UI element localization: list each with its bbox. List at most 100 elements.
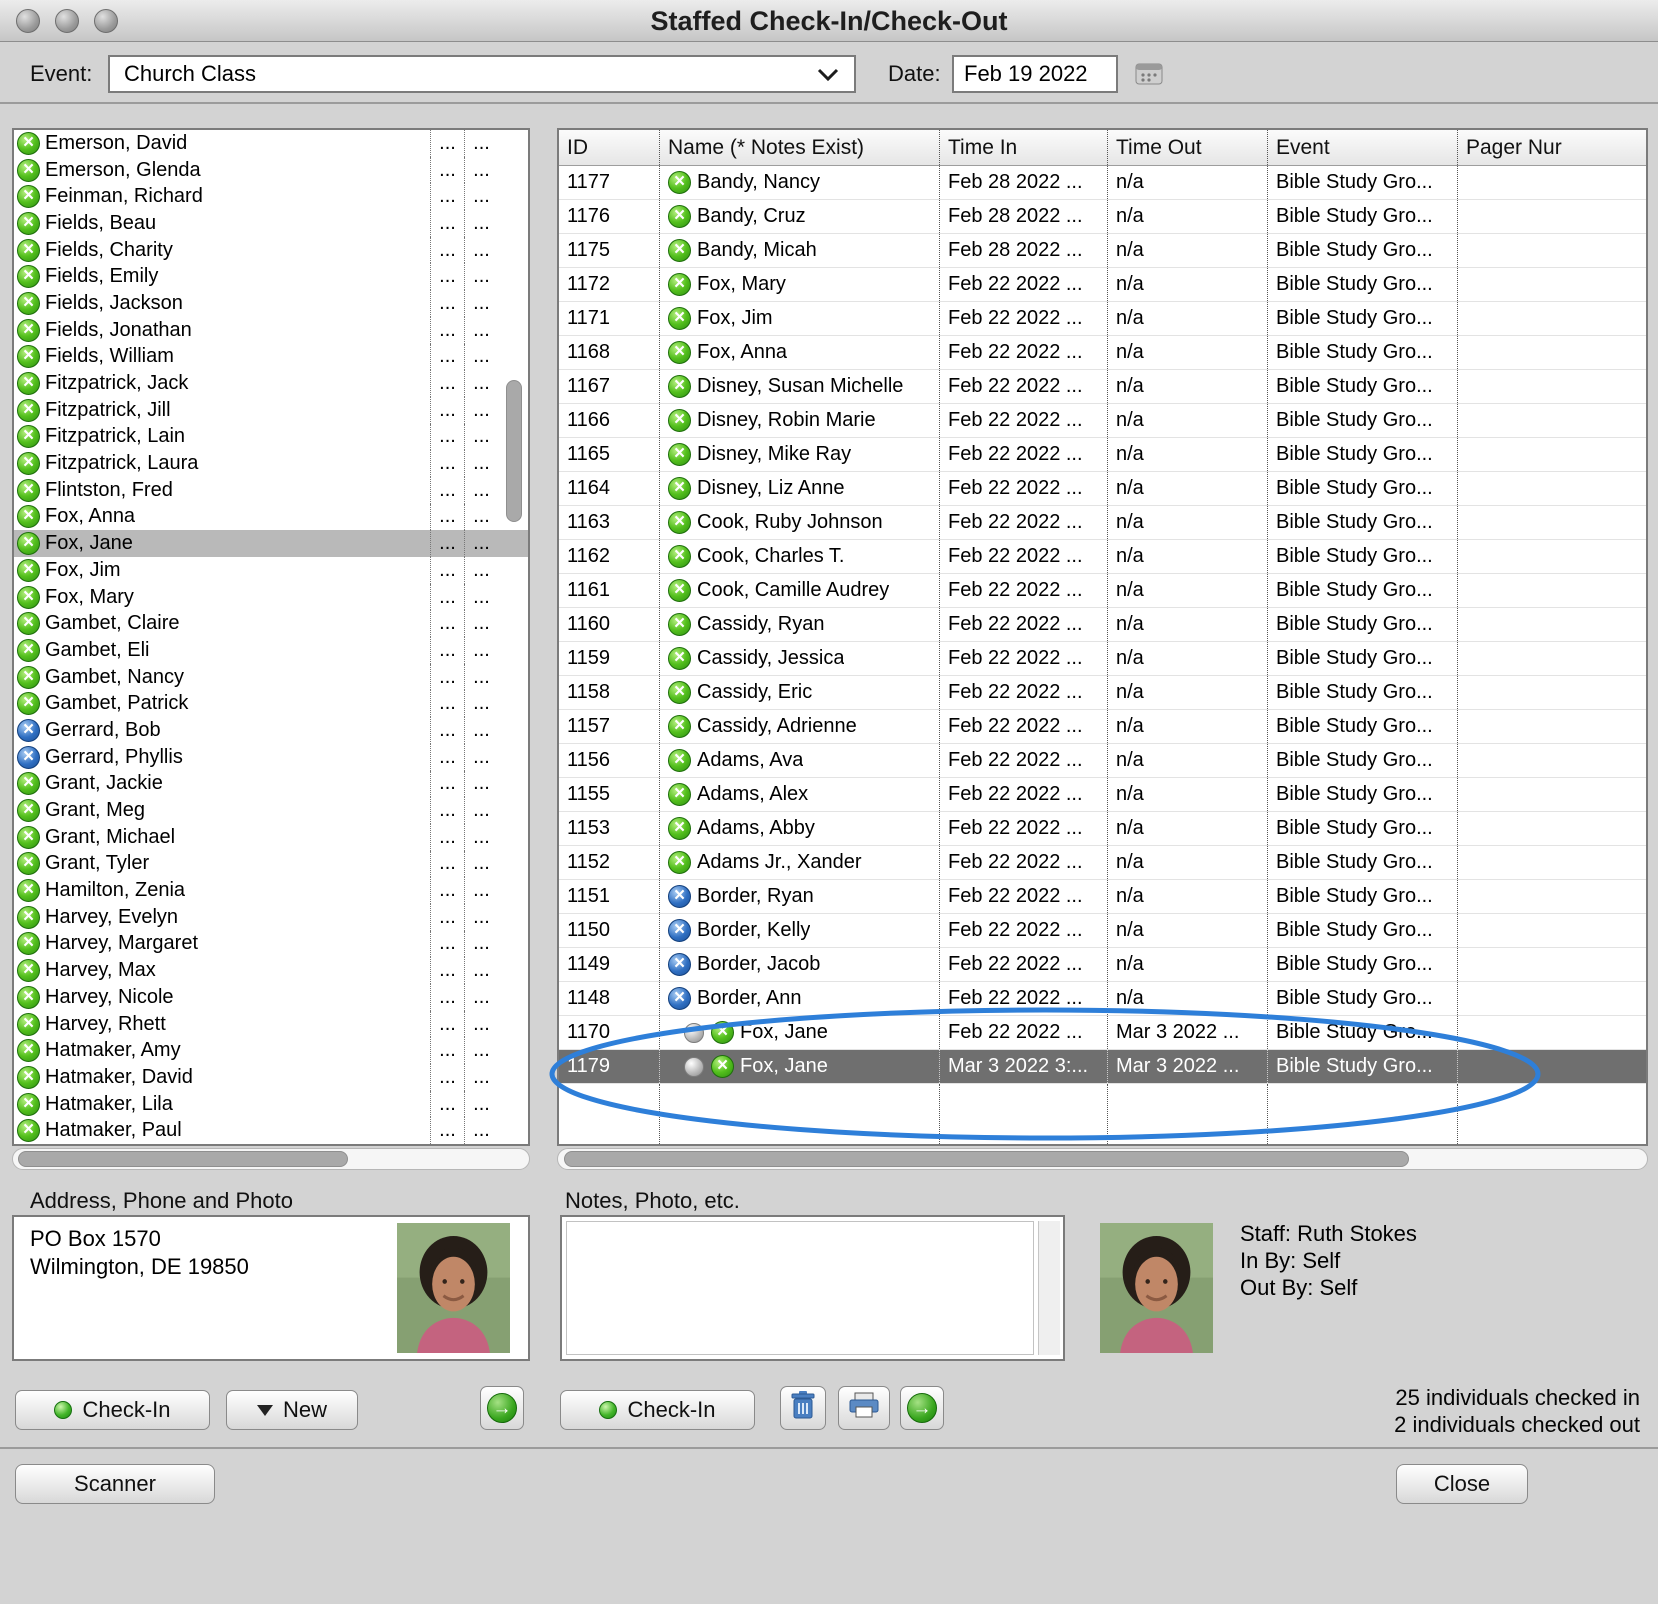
roster-row[interactable]: Fields, Jonathan ... ... [14,317,528,344]
roster-row[interactable]: Grant, Jackie ... ... [14,771,528,798]
event-select[interactable]: Church Class [108,55,856,93]
roster-row[interactable]: Hatmaker, Amy ... ... [14,1037,528,1064]
detail-button-2[interactable]: ... [464,637,498,664]
detail-button[interactable]: ... [430,237,464,264]
go-arrow-button-left[interactable] [480,1386,524,1430]
detail-button-2[interactable]: ... [464,1037,498,1064]
detail-button[interactable]: ... [430,157,464,184]
detail-button[interactable]: ... [430,904,464,931]
checkin-row[interactable]: 1161 Cook, Camille Audrey Feb 22 2022 ..… [559,574,1646,608]
go-arrow-button-right[interactable] [900,1386,944,1430]
roster-row[interactable]: Fitzpatrick, Jack ... ... [14,370,528,397]
column-header-pager[interactable]: Pager Nur [1457,130,1646,165]
detail-button[interactable]: ... [430,664,464,691]
roster-row[interactable]: Harvey, Rhett ... ... [14,1011,528,1038]
detail-button-2[interactable]: ... [464,877,498,904]
roster-row[interactable]: Fields, William ... ... [14,344,528,371]
detail-button[interactable]: ... [430,744,464,771]
detail-button-2[interactable]: ... [464,1091,498,1118]
detail-button-2[interactable]: ... [464,557,498,584]
checkin-row[interactable]: 1149 Border, Jacob Feb 22 2022 ... n/a B… [559,948,1646,982]
checkin-row[interactable]: 1153 Adams, Abby Feb 22 2022 ... n/a Bib… [559,812,1646,846]
roster-row[interactable]: Fitzpatrick, Laura ... ... [14,450,528,477]
roster-row[interactable]: Harvey, Evelyn ... ... [14,904,528,931]
detail-button[interactable]: ... [430,957,464,984]
detail-button[interactable]: ... [430,504,464,531]
date-input[interactable] [952,55,1118,93]
roster-row[interactable]: Harvey, Nicole ... ... [14,984,528,1011]
detail-button[interactable]: ... [430,1091,464,1118]
roster-horizontal-scrollbar[interactable] [12,1148,530,1170]
checkin-row[interactable]: 1164 Disney, Liz Anne Feb 22 2022 ... n/… [559,472,1646,506]
detail-button-2[interactable]: ... [464,130,498,157]
roster-row[interactable]: Harvey, Max ... ... [14,957,528,984]
detail-button[interactable]: ... [430,1037,464,1064]
detail-button-2[interactable]: ... [464,824,498,851]
detail-button-2[interactable]: ... [464,290,498,317]
detail-button[interactable]: ... [430,424,464,451]
detail-button-2[interactable]: ... [464,690,498,717]
detail-button-2[interactable]: ... [464,183,498,210]
detail-button[interactable]: ... [430,210,464,237]
new-button[interactable]: New [226,1390,358,1430]
roster-row[interactable]: Hatmaker, David ... ... [14,1064,528,1091]
detail-button-2[interactable]: ... [464,957,498,984]
detail-button-2[interactable]: ... [464,610,498,637]
detail-button[interactable]: ... [430,530,464,557]
print-button[interactable] [838,1386,890,1430]
checkin-row[interactable]: 1176 Bandy, Cruz Feb 28 2022 ... n/a Bib… [559,200,1646,234]
checkin-row[interactable]: 1159 Cassidy, Jessica Feb 22 2022 ... n/… [559,642,1646,676]
roster-row[interactable]: Gerrard, Phyllis ... ... [14,744,528,771]
checkin-row[interactable]: 1148 Border, Ann Feb 22 2022 ... n/a Bib… [559,982,1646,1016]
roster-row[interactable]: Gambet, Nancy ... ... [14,664,528,691]
roster-row[interactable]: Gerrard, Bob ... ... [14,717,528,744]
checkin-row[interactable]: 1160 Cassidy, Ryan Feb 22 2022 ... n/a B… [559,608,1646,642]
notes-input[interactable] [566,1221,1034,1355]
checkin-button-right[interactable]: Check-In [560,1390,755,1430]
detail-button-2[interactable]: ... [464,450,498,477]
detail-button-2[interactable]: ... [464,984,498,1011]
checkin-row[interactable]: 1167 Disney, Susan Michelle Feb 22 2022 … [559,370,1646,404]
checkin-row[interactable]: 1156 Adams, Ava Feb 22 2022 ... n/a Bibl… [559,744,1646,778]
detail-button-2[interactable]: ... [464,157,498,184]
checkin-row[interactable]: 1179 Fox, Jane Mar 3 2022 3:... Mar 3 20… [559,1050,1646,1084]
detail-button-2[interactable]: ... [464,904,498,931]
roster-row[interactable]: Emerson, Glenda ... ... [14,157,528,184]
roster-row[interactable]: Hatmaker, Lila ... ... [14,1091,528,1118]
detail-button[interactable]: ... [430,851,464,878]
detail-button[interactable]: ... [430,263,464,290]
detail-button-2[interactable]: ... [464,263,498,290]
checkin-row[interactable]: 1165 Disney, Mike Ray Feb 22 2022 ... n/… [559,438,1646,472]
checkin-row[interactable]: 1155 Adams, Alex Feb 22 2022 ... n/a Bib… [559,778,1646,812]
detail-button[interactable]: ... [430,584,464,611]
detail-button-2[interactable]: ... [464,397,498,424]
detail-button[interactable]: ... [430,317,464,344]
column-header-id[interactable]: ID [559,130,659,165]
detail-button-2[interactable]: ... [464,717,498,744]
roster-row[interactable]: Gambet, Claire ... ... [14,610,528,637]
detail-button-2[interactable]: ... [464,210,498,237]
checkin-row[interactable]: 1172 Fox, Mary Feb 22 2022 ... n/a Bible… [559,268,1646,302]
roster-row[interactable]: Fox, Mary ... ... [14,584,528,611]
detail-button[interactable]: ... [430,450,464,477]
detail-button-2[interactable]: ... [464,530,498,557]
detail-button-2[interactable]: ... [464,237,498,264]
close-button[interactable]: Close [1396,1464,1528,1504]
checkin-row[interactable]: 1171 Fox, Jim Feb 22 2022 ... n/a Bible … [559,302,1646,336]
checkin-row[interactable]: 1152 Adams Jr., Xander Feb 22 2022 ... n… [559,846,1646,880]
notes-scrollbar[interactable] [1038,1221,1060,1355]
roster-row[interactable]: Hatmaker, Paul ... ... [14,1117,528,1144]
detail-button[interactable]: ... [430,717,464,744]
detail-button-2[interactable]: ... [464,1011,498,1038]
checkin-row[interactable]: 1168 Fox, Anna Feb 22 2022 ... n/a Bible… [559,336,1646,370]
column-header-name[interactable]: Name (* Notes Exist) [659,130,939,165]
checkin-row[interactable]: 1170 Fox, Jane Feb 22 2022 ... Mar 3 202… [559,1016,1646,1050]
delete-button[interactable] [780,1386,826,1430]
detail-button-2[interactable]: ... [464,370,498,397]
roster-row[interactable]: Feinman, Richard ... ... [14,183,528,210]
detail-button-2[interactable]: ... [464,797,498,824]
detail-button-2[interactable]: ... [464,504,498,531]
roster-row[interactable]: Gambet, Patrick ... ... [14,690,528,717]
checkin-row[interactable]: 1177 Bandy, Nancy Feb 28 2022 ... n/a Bi… [559,166,1646,200]
detail-button[interactable]: ... [430,344,464,371]
